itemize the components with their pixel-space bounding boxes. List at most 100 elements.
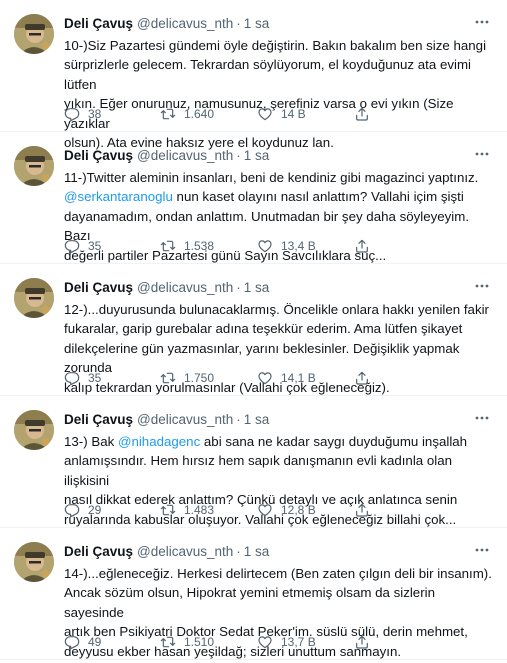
tweet-time[interactable]: 1 sa [244,280,270,295]
tweet-13[interactable]: Deli Çavuş @delicavus_nth · 1 sa 13-) Bak @… [0,396,507,528]
reply-button[interactable]: 38 [64,104,101,124]
share-icon [356,371,368,385]
tweet-time[interactable]: 1 sa [244,16,270,31]
tweet-11[interactable]: Deli Çavuş @delicavus_nth · 1 sa 11-)Twitte… [0,132,507,264]
avatar-image [14,410,54,450]
share-icon [356,635,368,649]
more-icon-glyph [475,416,489,420]
more-icon[interactable] [471,14,493,34]
more-icon[interactable] [471,278,493,298]
share-button[interactable] [354,500,378,520]
heart-icon [258,108,272,121]
separator-dot: · [236,412,241,427]
avatar[interactable] [14,14,54,54]
author-handle[interactable]: @delicavus_nth [137,148,233,163]
retweet-button[interactable]: 1.538 [160,236,214,256]
heart-icon [258,372,272,385]
like-count: 14 B [281,107,306,121]
tweet-12[interactable]: Deli Çavuş @delicavus_nth · 1 sa 12-)...duy… [0,264,507,396]
more-icon[interactable] [471,410,493,430]
mention-link[interactable]: @serkantaranoglu [64,189,173,204]
reply-icon [64,504,80,518]
retweet-count: 1.510 [184,635,215,649]
share-button[interactable] [354,104,378,124]
tweet-14[interactable]: Deli Çavuş @delicavus_nth · 1 sa 14-)...eğl… [0,528,507,660]
tweet-time[interactable]: 1 sa [244,544,270,559]
separator-dot: · [236,544,241,559]
reply-icon [64,240,80,254]
tweet-text-segment: 14-)...eğleneceğiz. Herkesi delirtecem (… [64,566,492,581]
retweet-button[interactable]: 1.483 [160,500,214,520]
tweet-text-segment: 13-) Bak [64,434,118,449]
share-button[interactable] [354,236,378,256]
retweet-count: 1.538 [184,239,215,253]
avatar-image [14,14,54,54]
reply-count: 49 [88,635,102,649]
more-icon[interactable] [471,542,493,562]
retweet-button[interactable]: 1.510 [160,632,214,652]
reply-icon [64,636,80,650]
retweet-icon [160,636,176,648]
avatar[interactable] [14,146,54,186]
avatar[interactable] [14,278,54,318]
author-handle[interactable]: @delicavus_nth [137,16,233,31]
author-handle[interactable]: @delicavus_nth [137,544,233,559]
author-name[interactable]: Deli Çavuş [64,412,133,427]
tweet-header: Deli Çavuş @delicavus_nth · 1 sa [64,278,493,298]
author-handle[interactable]: @delicavus_nth [137,412,233,427]
author-name[interactable]: Deli Çavuş [64,280,133,295]
tweet-time[interactable]: 1 sa [244,148,270,163]
reply-icon [64,108,80,122]
share-button[interactable] [354,368,378,388]
author-handle[interactable]: @delicavus_nth [137,280,233,295]
author-name[interactable]: Deli Çavuş [64,16,133,31]
separator-dot: · [236,148,241,163]
avatar[interactable] [14,410,54,450]
share-icon [356,503,368,517]
reply-button[interactable]: 49 [64,632,101,652]
retweet-button[interactable]: 1.750 [160,368,214,388]
tweet-text-segment: 10-)Siz Pazartesi gündemi öyle değiştiri… [64,38,487,53]
tweet-text-segment: 11-)Twitter aleminin insanları, beni de … [64,170,479,185]
tweet-header: Deli Çavuş @delicavus_nth · 1 sa [64,542,493,562]
avatar[interactable] [14,542,54,582]
like-button[interactable]: 13,4 B [257,236,316,256]
more-icon[interactable] [471,146,493,166]
tweet-header: Deli Çavuş @delicavus_nth · 1 sa [64,410,493,430]
tweet-text-segment: abi sana ne kadar saygı duyduğumu inşall… [200,434,468,449]
tweet-10[interactable]: Deli Çavuş @delicavus_nth · 1 sa 10-)Siz Pa… [0,0,507,150]
author-name[interactable]: Deli Çavuş [64,148,133,163]
heart-icon [258,504,272,517]
author-name[interactable]: Deli Çavuş [64,544,133,559]
tweet-actions: 35 1.750 14,1 B [64,368,444,388]
retweet-count: 1.483 [184,503,215,517]
tweet-actions: 35 1.538 13,4 B [64,236,444,256]
retweet-icon [160,240,176,252]
share-button[interactable] [354,632,378,652]
reply-button[interactable]: 35 [64,236,101,256]
tweet-time[interactable]: 1 sa [244,412,270,427]
avatar-image [14,278,54,318]
retweet-icon [160,372,176,384]
reply-count: 38 [88,107,102,121]
like-button[interactable]: 12,8 B [257,500,316,520]
tweet-text-segment: anlamışsındır. Hem hırsız hem sapık danı… [64,453,453,488]
retweet-button[interactable]: 1.640 [160,104,214,124]
like-button[interactable]: 14,1 B [257,368,316,388]
reply-button[interactable]: 35 [64,368,101,388]
tweet-text-segment: nun kaset olayını nasıl anlattım? Vallah… [172,189,464,205]
tweet-text-segment: fukaralar, garip gurebalar adına teşekkü… [64,321,463,337]
reply-button[interactable]: 29 [64,500,101,520]
like-button[interactable]: 13,7 B [257,632,316,652]
reply-icon [64,372,80,386]
more-icon-glyph [475,548,489,552]
separator-dot: · [236,280,241,295]
avatar-image [14,542,54,582]
tweet-text-segment: 12-)...duyurusunda bulunacaklarmış. Önce… [64,302,489,317]
tweet-actions: 49 1.510 13,7 B [64,632,444,652]
like-button[interactable]: 14 B [257,104,306,124]
more-icon-glyph [475,20,489,24]
share-icon [356,107,368,121]
retweet-count: 1.750 [184,371,215,385]
mention-link[interactable]: @nihadagenc [118,434,200,449]
